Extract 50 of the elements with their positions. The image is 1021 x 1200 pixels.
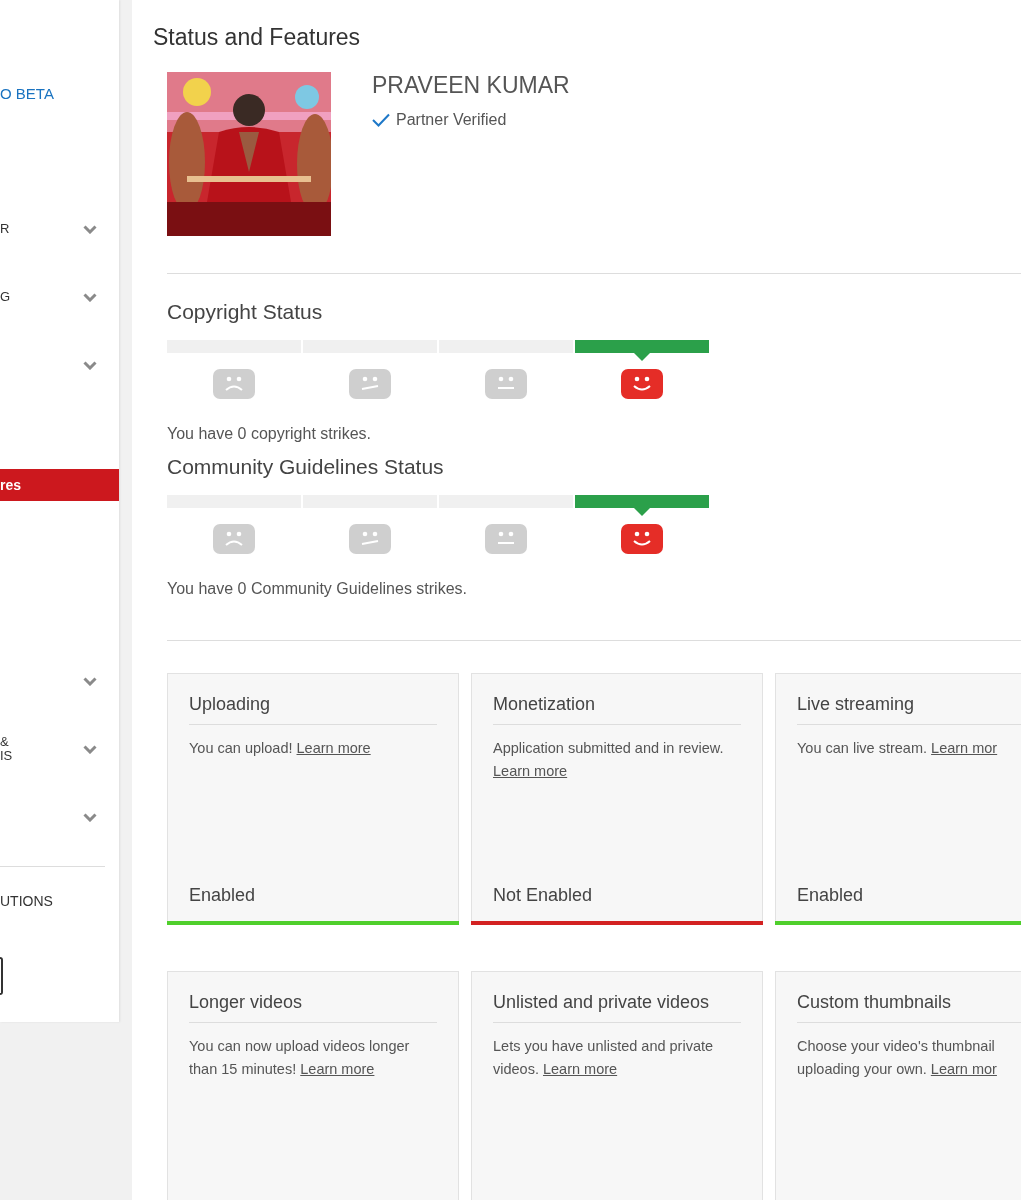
sidebar-item[interactable]: R — [0, 222, 10, 236]
neutral-face-icon — [485, 524, 527, 554]
status-heading: Copyright Status — [167, 300, 324, 324]
sidebar-heading[interactable]: UTIONS — [0, 867, 119, 935]
chevron-down-icon[interactable] — [83, 360, 97, 370]
sad-face-icon — [213, 369, 255, 399]
feature-title: Live streaming — [797, 694, 1021, 725]
feature-description: Lets you have unlisted and private videos. Learn more — [493, 1037, 715, 1079]
chevron-down-icon[interactable] — [83, 812, 97, 822]
feature-title: Unlisted and private videos — [493, 992, 741, 1023]
sidebar-item[interactable]: G — [0, 290, 11, 304]
feature-title: Longer videos — [189, 992, 437, 1023]
happy-face-icon — [621, 369, 663, 399]
strikes-summary: You have 0 Community Guidelines strikes. — [167, 580, 468, 598]
channel-name: PRAVEEN KUMAR — [372, 72, 570, 99]
strikes-summary: You have 0 copyright strikes. — [167, 425, 372, 443]
partner-verified-label: Partner Verified — [396, 111, 507, 129]
learn-more-link[interactable]: Learn more — [493, 763, 568, 779]
learn-more-link[interactable]: Learn more — [300, 1061, 375, 1077]
page-title: Status and Features — [153, 24, 362, 51]
feature-title: Monetization — [493, 694, 741, 725]
feature-status: Not Enabled — [493, 885, 594, 906]
learn-more-link[interactable]: Learn more — [543, 1061, 618, 1077]
chevron-down-icon[interactable] — [83, 676, 97, 686]
status-heading: Community Guidelines Status — [167, 455, 445, 479]
uneasy-face-icon — [349, 524, 391, 554]
feature-status: Enabled — [189, 885, 257, 906]
feature-description: You can upload! Learn more — [189, 739, 372, 758]
chevron-down-icon[interactable] — [83, 292, 97, 302]
sidebar-item[interactable]: res — [0, 469, 119, 501]
feature-description: Application submitted and in review. Learn more — [493, 739, 725, 781]
uneasy-face-icon — [349, 369, 391, 399]
feature-description: You can live stream. Learn mor — [797, 739, 999, 758]
feature-description: Choose your video's thumbnail uploading your own. Learn mor — [797, 1037, 998, 1079]
learn-more-link[interactable]: Learn more — [296, 740, 371, 756]
feature-title: Uploading — [189, 694, 437, 725]
feature-description: You can now upload videos longer than 15 minutes! Learn more — [189, 1037, 411, 1079]
feature-title: Custom thumbnails — [797, 992, 1021, 1023]
sidebar-link[interactable]: O BETA — [0, 59, 119, 127]
happy-face-icon — [621, 524, 663, 554]
learn-more-link[interactable]: Learn mor — [930, 1061, 997, 1077]
sidebar-item[interactable]: & IS — [0, 735, 13, 763]
neutral-face-icon — [485, 369, 527, 399]
check-icon — [372, 113, 390, 127]
chevron-down-icon[interactable] — [83, 744, 97, 754]
learn-more-link[interactable]: Learn mor — [931, 740, 998, 756]
sidebar-button[interactable] — [0, 957, 3, 995]
chevron-down-icon[interactable] — [83, 224, 97, 234]
sad-face-icon — [213, 524, 255, 554]
feature-status: Enabled — [797, 885, 865, 906]
